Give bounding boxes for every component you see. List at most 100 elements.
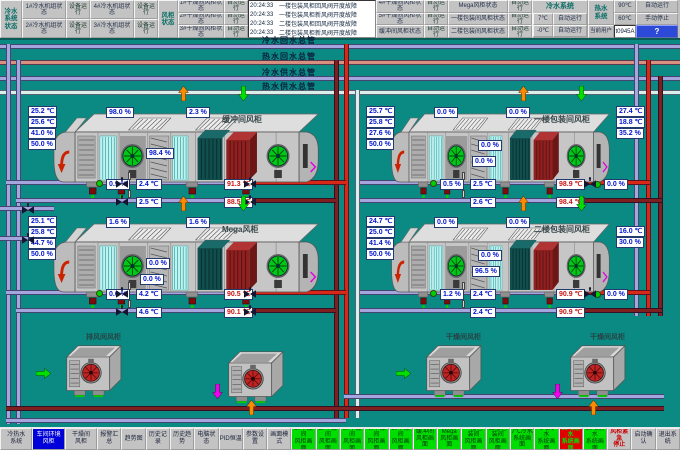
- status-state-button[interactable]: 自动运行: [508, 0, 532, 13]
- status-button[interactable]: 3#冷水机组状态: [90, 19, 134, 38]
- status-button[interactable]: 1#干燥间风柜状态: [178, 0, 224, 13]
- bottom-bar-button[interactable]: -0℃冷水 系统画面: [534, 428, 558, 450]
- status-state-button[interactable]: 设备运行: [66, 0, 90, 19]
- status-state-button[interactable]: 设备运行: [134, 19, 158, 38]
- alarm-row: 20:24:33一楼包装风柜新风阀开度故障: [249, 10, 375, 19]
- value-chw-temp: 2.5 ℃: [136, 197, 162, 208]
- fresh-air-arrow-icon: [576, 196, 587, 211]
- value-chw-temp: 2.6 ℃: [470, 197, 496, 208]
- status-state-button[interactable]: 自动运行: [424, 25, 448, 38]
- alarm-time: 20:24:33: [249, 21, 279, 27]
- alarm-time: 20:24:33: [249, 3, 279, 9]
- valve-icon: [584, 287, 596, 298]
- chilled-state-2[interactable]: 自动运行: [553, 25, 587, 37]
- airflow-arrow-icon: [212, 384, 223, 399]
- bottom-bar-button[interactable]: 7℃冷水 系统画面: [510, 428, 534, 450]
- exhaust-fan-graphic: [56, 342, 126, 398]
- value-chw-temp: 2.5 ℃: [470, 179, 496, 190]
- bottom-bar-button[interactable]: 画面模式: [267, 428, 291, 450]
- status-state-button[interactable]: 自动运行: [424, 0, 448, 13]
- exhaust-air-arrow-icon: [178, 86, 189, 101]
- bottom-bar-button[interactable]: 退出系统: [656, 428, 680, 450]
- bottom-bar-button[interactable]: 3#干燥间 风柜画面: [340, 428, 364, 450]
- value-supply-temp: 16.0 ℃: [616, 226, 645, 237]
- status-state-button[interactable]: 自动运行: [508, 25, 532, 38]
- bottom-bar-button[interactable]: 冷热水 系统: [0, 428, 32, 450]
- riser-right-3: [658, 76, 663, 316]
- valve-icon: [116, 305, 128, 316]
- status-state-button[interactable]: 自动运行: [424, 13, 448, 26]
- status-button[interactable]: 一楼包装间风柜状态: [448, 13, 508, 26]
- bottom-bar-button[interactable]: 趋势图: [121, 428, 145, 450]
- sensor-icon: [462, 172, 465, 180]
- help-icon[interactable]: ?: [636, 25, 678, 38]
- status-button[interactable]: 5#干燥间风柜状态: [376, 13, 424, 26]
- bottom-bar-button[interactable]: 5#干燥间 风柜画面: [389, 428, 413, 450]
- status-button[interactable]: 2#冷水机组状态: [22, 19, 66, 38]
- value-damper: 0.0 %: [472, 156, 496, 167]
- alarm-time: 20:24:33: [249, 12, 279, 18]
- bottom-bar-button[interactable]: 报警汇总: [97, 428, 121, 450]
- hot-water-title: 热水 系统: [588, 0, 614, 25]
- status-button[interactable]: Mega风柜状态: [448, 0, 508, 13]
- status-state-button[interactable]: 自动运行: [224, 13, 248, 26]
- valve-icon: [116, 177, 128, 188]
- bottom-bar-button[interactable]: 60℃热水 系统画面: [559, 428, 583, 450]
- chiller-grid: 1#冷水机组状态设备运行4#冷水机组状态设备运行2#冷水机组状态设备运行3#冷水…: [22, 0, 158, 38]
- alarm-row: 20:24:33二楼包装风柜回风阀开度故障: [249, 19, 375, 28]
- value-damper: 0.0 %: [478, 140, 502, 151]
- bottom-bar-button[interactable]: 一楼包装间 风柜画面: [461, 428, 485, 450]
- riser-left-2: [16, 60, 21, 424]
- status-state-button[interactable]: 自动运行: [508, 13, 532, 26]
- unit-title: 二楼包装间风柜: [534, 224, 590, 235]
- status-state-button[interactable]: 设备运行: [66, 19, 90, 38]
- riser-right-2: [646, 60, 651, 316]
- bottom-bar-button[interactable]: 二楼包装间 风柜画面: [486, 428, 510, 450]
- bottom-bar-button[interactable]: 参数设置: [243, 428, 267, 450]
- top-status-bar: 冷水 系统 状态 1#冷水机组状态设备运行4#冷水机组状态设备运行2#冷水机组状…: [0, 0, 680, 40]
- status-state-button[interactable]: 自动运行: [224, 0, 248, 13]
- status-button[interactable]: 3#干燥间风柜状态: [178, 25, 224, 38]
- value-hw-temp: 98.9 ℃: [556, 179, 585, 190]
- value-damper: 1.6 %: [106, 217, 130, 228]
- sensor-icon: [462, 282, 465, 290]
- bottom-bar-button[interactable]: PID恒温: [219, 428, 243, 450]
- bottom-bar-button[interactable]: 启动确认: [631, 428, 655, 450]
- alarm-list: 20:24:33一楼包装风柜回风阀开度故障20:24:33一楼包装风柜新风阀开度…: [248, 0, 376, 38]
- bottom-bar-button[interactable]: 4#干燥间 风柜画面: [364, 428, 388, 450]
- hot-state-1[interactable]: 自动运行: [636, 0, 678, 13]
- bottom-bar-button[interactable]: 90℃热水 系统画面: [583, 428, 607, 450]
- bottom-bar-button[interactable]: Mega 风柜画面: [437, 428, 461, 450]
- status-button[interactable]: 缓冲间风柜状态: [376, 25, 424, 38]
- bottom-bar-button[interactable]: 历史趋势: [170, 428, 194, 450]
- status-button[interactable]: 2#干燥间风柜状态: [178, 13, 224, 26]
- status-button[interactable]: 二楼包装间风柜状态: [448, 25, 508, 38]
- status-button[interactable]: 4#干燥间风柜状态: [376, 0, 424, 13]
- value-chw-temp: 4.2 ℃: [136, 289, 162, 300]
- pipe-chilled-supply-main: [0, 76, 680, 81]
- status-state-button[interactable]: 设备运行: [134, 0, 158, 19]
- bottom-bar-button[interactable]: 1#干燥间 风柜画面: [291, 428, 315, 450]
- bottom-bar-button[interactable]: 2#干燥间 风柜画面: [316, 428, 340, 450]
- chilled-state-1[interactable]: 自动运行: [553, 13, 587, 25]
- valve-indicator: [430, 180, 437, 187]
- status-button[interactable]: 1#冷水机组状态: [22, 0, 66, 19]
- value-damper: 2.3 %: [186, 107, 210, 118]
- status-state-button[interactable]: 自动运行: [224, 25, 248, 38]
- value-chw-temp: 2.4 ℃: [470, 289, 496, 300]
- value-damper: 1.6 %: [186, 217, 210, 228]
- bottom-bar-button[interactable]: 历史记录: [146, 428, 170, 450]
- bottom-pipe: [6, 406, 664, 411]
- main-label-1: 冷水回水总管: [262, 35, 316, 46]
- status-button[interactable]: 4#冷水机组状态: [90, 0, 134, 19]
- alarm-message: 一楼包装风柜新风阀开度故障: [279, 10, 357, 19]
- value-return-temp: 24.7 ℃: [366, 216, 395, 227]
- bottom-bar-button[interactable]: 电脑状态: [194, 428, 218, 450]
- bottom-bar-button[interactable]: 缓冲间 风柜画面: [413, 428, 437, 450]
- bottom-bar-button[interactable]: 干燥间 风柜: [65, 428, 97, 450]
- hot-water-panel: 热水 系统 90℃ 自动运行 60℃ 手动停止 当前用户 t0945A ?: [588, 0, 680, 38]
- chilled-water-title: 冷水系统: [533, 1, 587, 13]
- bottom-bar-button[interactable]: 风柜紧急 停止: [607, 428, 631, 450]
- hot-state-2[interactable]: 手动停止: [636, 13, 678, 26]
- bottom-bar-button[interactable]: 车间环境 风柜: [32, 428, 64, 450]
